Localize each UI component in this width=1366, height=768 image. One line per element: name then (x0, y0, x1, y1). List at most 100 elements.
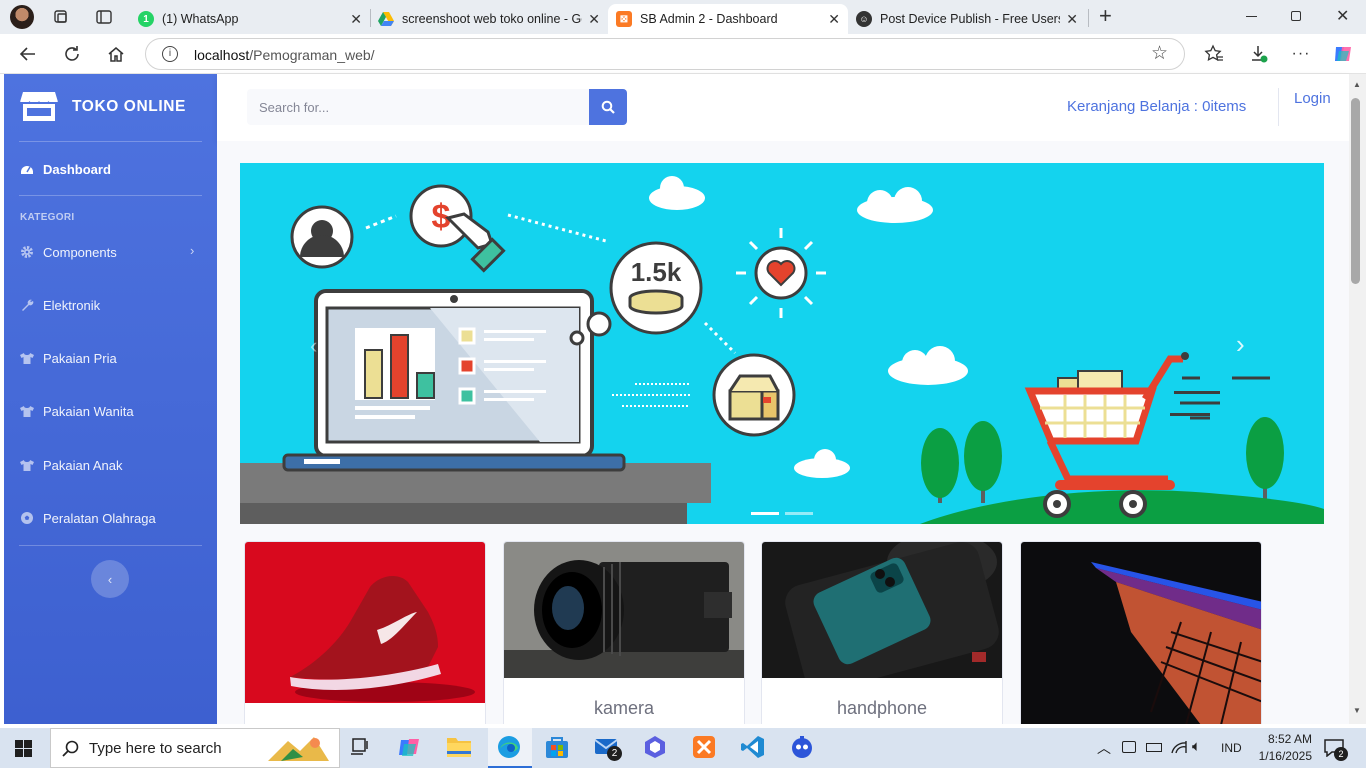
sidebar-divider (19, 195, 202, 196)
sidebar-toggle-button[interactable]: ‹ (91, 560, 129, 598)
tab-title: (1) WhatsApp (162, 12, 239, 26)
banner-carousel[interactable]: $ 1.5k ‹ › (240, 163, 1324, 524)
login-link[interactable]: Login (1294, 90, 1331, 107)
sidebar-item-label: Dashboard (43, 161, 111, 177)
workspaces-icon[interactable] (52, 8, 70, 26)
wifi-icon[interactable] (1170, 739, 1188, 760)
tab-title: screenshoot web toko online - Go (402, 12, 583, 26)
tab-whatsapp[interactable]: 1 (1) WhatsApp ✕ (130, 4, 370, 34)
search-highlight-icon (268, 737, 329, 761)
favorites-icon[interactable] (1202, 42, 1226, 66)
close-window-icon[interactable]: ✕ (1336, 6, 1349, 26)
whatsapp-icon: 1 (138, 11, 154, 27)
minimize-icon[interactable] (1246, 16, 1257, 17)
google-drive-icon (378, 12, 394, 26)
search-field (247, 89, 589, 125)
url-path: /Pemograman_web/ (249, 47, 375, 63)
notifications-badge: 2 (1334, 747, 1348, 761)
sidebar-item-peralatan-olahraga[interactable]: Peralatan Olahraga (4, 498, 217, 538)
product-name: kamera (593, 698, 655, 718)
close-icon[interactable]: ✕ (1066, 11, 1078, 28)
info-icon[interactable]: i (162, 46, 178, 62)
search-input[interactable] (247, 89, 589, 125)
product-card[interactable]: kamera (503, 541, 745, 724)
app-hexagon-icon[interactable] (642, 734, 670, 762)
downloads-icon[interactable] (1247, 42, 1271, 66)
sidebar-item-pakaian-wanita[interactable]: Pakaian Wanita (4, 391, 217, 431)
close-icon[interactable]: ✕ (588, 11, 600, 28)
tab-sb-admin[interactable]: ⊠ SB Admin 2 - Dashboard ✕ (608, 4, 848, 34)
sidebar-item-dashboard[interactable]: Dashboard (4, 149, 217, 189)
carousel-next-icon[interactable]: › (1236, 329, 1245, 360)
cart-link[interactable]: Keranjang Belanja : 0items (1067, 98, 1246, 115)
copilot-icon[interactable] (1331, 42, 1355, 66)
chevron-left-icon: ‹ (107, 571, 113, 587)
refresh-icon[interactable] (60, 42, 84, 66)
windows-start-icon[interactable] (15, 740, 32, 757)
close-icon[interactable]: ✕ (350, 11, 362, 28)
sidebar-item-label: Elektronik (43, 297, 101, 313)
carousel-indicator-active[interactable] (751, 512, 779, 515)
sidebar-item-pakaian-pria[interactable]: Pakaian Pria (4, 338, 217, 378)
new-tab-icon[interactable]: + (1099, 5, 1112, 27)
sidebar-item-elektronik[interactable]: Elektronik (4, 285, 217, 325)
home-icon[interactable] (104, 42, 128, 66)
windows-taskbar: Type here to search 2 ︿ 🔈︎ IND 8:52 AM 1… (0, 728, 1366, 768)
meet-now-icon[interactable] (1122, 741, 1136, 753)
tab-actions-icon[interactable] (95, 8, 113, 26)
clock-time: 8:52 AM (1267, 732, 1312, 746)
tab-post-device[interactable]: ☺ Post Device Publish - Free Users U ✕ (848, 4, 1086, 34)
product-card[interactable]: handphone (761, 541, 1003, 724)
sidebar-item-components[interactable]: Components › (4, 232, 217, 272)
scrollbar-thumb[interactable] (1351, 98, 1360, 284)
bot-app-icon[interactable] (789, 734, 817, 762)
sidebar-item-label: Pakaian Wanita (43, 403, 134, 419)
sidebar-heading: KATEGORI (20, 212, 75, 223)
profile-avatar[interactable] (10, 5, 34, 29)
brand[interactable]: TOKO ONLINE (4, 74, 217, 138)
page-scrollbar[interactable]: ▲ ▼ (1349, 74, 1366, 724)
close-icon[interactable]: ✕ (828, 11, 840, 28)
task-view-icon[interactable] (348, 734, 376, 762)
tab-google-drive[interactable]: screenshoot web toko online - Go ✕ (370, 4, 608, 34)
scroll-down-icon[interactable]: ▼ (1353, 706, 1361, 715)
brand-name: TOKO ONLINE (72, 98, 186, 115)
mail-icon[interactable]: 2 (593, 734, 622, 762)
favorite-star-icon[interactable]: ☆ (1151, 42, 1168, 65)
product-card[interactable] (244, 541, 486, 724)
vscode-icon[interactable] (740, 734, 768, 762)
banner-badge-text: 1.5k (631, 257, 682, 287)
search-button[interactable] (589, 89, 627, 125)
edge-browser-icon[interactable] (496, 734, 524, 762)
product-card[interactable] (1020, 541, 1262, 724)
clock[interactable]: 8:52 AM 1/16/2025 (1252, 731, 1312, 765)
taskbar-search-box[interactable]: Type here to search (50, 728, 340, 768)
notifications-icon[interactable]: 2 (1324, 739, 1348, 762)
carousel-indicator[interactable] (785, 512, 813, 515)
scroll-up-icon[interactable]: ▲ (1353, 80, 1361, 89)
sidebar: TOKO ONLINE Dashboard KATEGORI Component… (4, 74, 217, 724)
xampp-icon[interactable] (691, 734, 719, 762)
language-indicator[interactable]: IND (1221, 741, 1242, 755)
ball-icon (20, 511, 43, 525)
sidebar-divider (19, 545, 202, 546)
more-options-icon[interactable]: ··· (1289, 42, 1313, 66)
restore-icon[interactable] (1291, 11, 1301, 21)
wrench-icon (20, 298, 43, 312)
file-explorer-icon[interactable] (446, 734, 474, 762)
tray-chevron-icon[interactable]: ︿ (1097, 738, 1111, 758)
address-toolbar: i localhost/Pemograman_web/ ☆ ··· (0, 34, 1366, 74)
copilot-icon[interactable] (397, 734, 425, 762)
sidebar-item-pakaian-anak[interactable]: Pakaian Anak (4, 445, 217, 485)
sidebar-divider (19, 141, 202, 142)
url-bar[interactable]: i localhost/Pemograman_web/ ☆ (145, 38, 1185, 70)
battery-icon[interactable] (1146, 743, 1162, 752)
microsoft-store-icon[interactable] (544, 734, 572, 762)
volume-icon[interactable]: 🔈︎ (1192, 738, 1201, 755)
tachometer-icon (20, 162, 43, 176)
shirt-icon (20, 404, 43, 418)
chevron-right-icon: › (190, 243, 195, 258)
carousel-prev-icon[interactable]: ‹ (310, 333, 317, 359)
tab-title: Post Device Publish - Free Users U (880, 12, 1061, 26)
back-icon[interactable] (16, 42, 40, 66)
